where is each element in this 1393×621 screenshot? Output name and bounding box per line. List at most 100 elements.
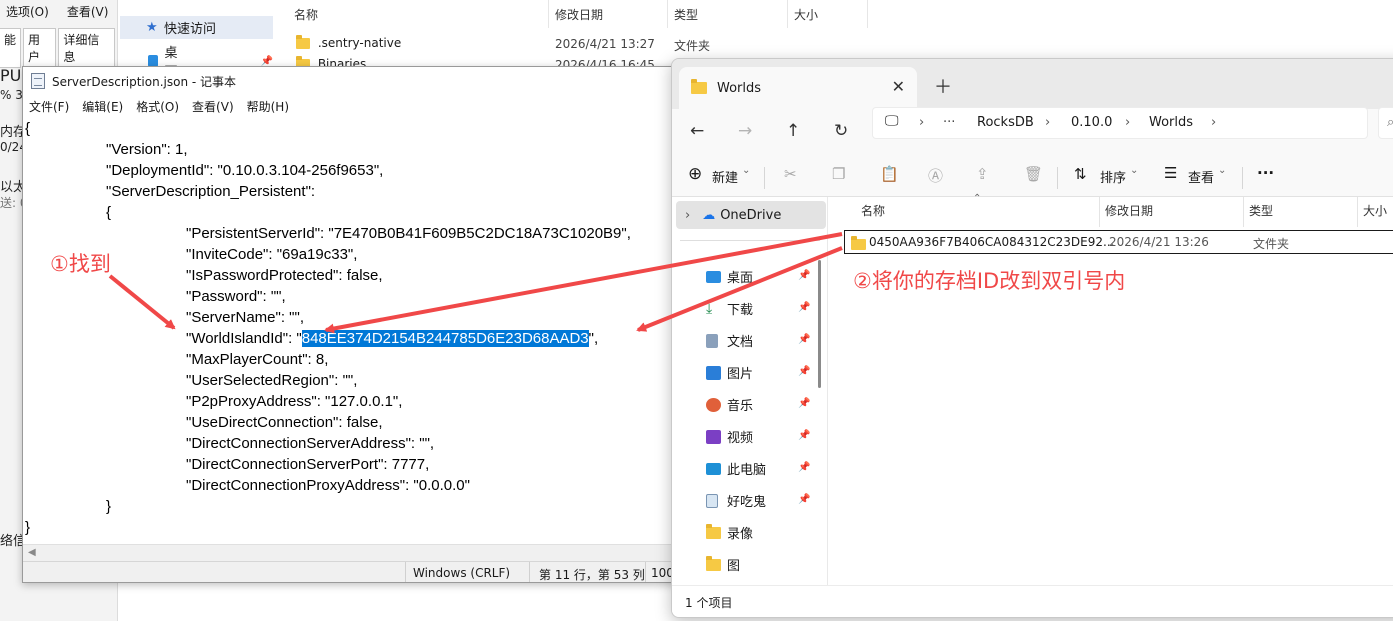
chevron-right-icon: › <box>919 115 925 130</box>
column-header-name[interactable]: 名称 <box>294 6 318 23</box>
column-header-size[interactable]: 大小 <box>794 6 818 23</box>
nav-onedrive[interactable]: › ☁ OneDrive <box>676 201 826 229</box>
nav-item-pictures-folder[interactable]: 图 <box>706 555 740 574</box>
tab-details[interactable]: 详细信息 <box>58 28 115 68</box>
nav-quick-access[interactable]: ★ 快速访问 <box>120 16 273 39</box>
text-line: "DirectConnectionServerAddress": "", <box>186 435 435 452</box>
notepad-text-area[interactable]: { "Version": 1, "DeploymentId": "0.10.0.… <box>23 117 681 544</box>
status-divider <box>645 562 646 582</box>
menu-format[interactable]: 格式(O) <box>136 98 179 115</box>
sort-icon: ⇅ <box>1074 165 1087 183</box>
nav-item-documents[interactable]: 文档 <box>706 331 753 350</box>
more-options-button[interactable]: ··· <box>1257 164 1274 182</box>
text-line: { <box>106 204 112 221</box>
column-divider <box>1243 197 1244 227</box>
nav-item-user-folder[interactable]: 好吃鬼 <box>706 491 766 510</box>
up-icon[interactable]: ↑ <box>786 121 800 141</box>
nav-item-music[interactable]: 音乐 <box>706 395 753 414</box>
breadcrumb-rocksdb[interactable]: RocksDB <box>977 115 1034 130</box>
rename-icon[interactable]: Ⓐ <box>928 165 943 186</box>
column-divider <box>1357 197 1358 227</box>
explorer-bg-nav: ★ 快速访问 桌面 📌 <box>118 0 273 70</box>
text-line: "UseDirectConnection": false, <box>186 414 383 431</box>
folder-icon <box>706 523 721 539</box>
toolbar-divider <box>1242 167 1243 189</box>
breadcrumb-ellipsis[interactable]: ··· <box>943 115 955 130</box>
column-header-size[interactable]: 大小 <box>1363 202 1387 219</box>
file-type: 文件夹 <box>674 39 711 53</box>
new-button[interactable]: 新建 <box>712 167 738 186</box>
nav-item-label: 图片 <box>727 367 754 382</box>
file-type: 文件夹 <box>1253 237 1290 251</box>
tab-worlds[interactable]: Worlds ✕ <box>679 67 917 109</box>
pin-icon[interactable]: 📌 <box>798 430 810 441</box>
menu-file[interactable]: 文件(F) <box>29 98 69 115</box>
text-line: "DeploymentId": "0.10.0.3.104-256f9653", <box>106 162 384 179</box>
column-header-date[interactable]: 修改日期 <box>1105 202 1153 219</box>
nav-item-videos[interactable]: 视频 <box>706 427 753 446</box>
paste-icon[interactable]: 📋 <box>880 165 899 183</box>
back-icon[interactable]: ← <box>690 121 704 141</box>
forward-icon[interactable]: → <box>738 121 752 141</box>
nav-item-label: 桌面 <box>727 271 754 286</box>
notepad-titlebar[interactable]: ServerDescription.json - 记事本 <box>23 67 681 95</box>
copy-icon[interactable]: ❐ <box>832 165 845 183</box>
column-header-type[interactable]: 类型 <box>674 6 698 23</box>
delete-icon[interactable]: 🗑 <box>1024 165 1043 183</box>
search-input[interactable]: ⌕ <box>1378 107 1393 139</box>
notepad-window: ServerDescription.json - 记事本 文件(F) 编辑(E)… <box>22 66 682 583</box>
text-line: "IsPasswordProtected": false, <box>186 267 383 284</box>
cut-icon[interactable]: ✂ <box>784 165 797 183</box>
table-row[interactable]: 0450AA936F7B406CA084312C23DE92... 2026/4… <box>844 230 1393 254</box>
pin-icon[interactable]: 📌 <box>798 494 810 505</box>
horizontal-scrollbar[interactable]: ◀ <box>23 544 681 561</box>
menu-view[interactable]: 查看(V) <box>192 98 234 115</box>
column-header-date[interactable]: 修改日期 <box>555 6 603 23</box>
nav-quick-access-label: 快速访问 <box>164 22 217 37</box>
chevron-right-icon: › <box>1211 115 1217 130</box>
nav-item-label: 下载 <box>727 303 754 318</box>
text-line: "InviteCode": "69a19c33", <box>186 246 358 263</box>
scroll-left-icon[interactable]: ◀ <box>28 547 36 558</box>
list-item[interactable]: .sentry-native <box>296 35 401 50</box>
nav-onedrive-label: OneDrive <box>720 207 782 223</box>
notepad-icon <box>31 73 45 89</box>
column-header-name[interactable]: 名称 <box>861 202 885 219</box>
view-button[interactable]: 查看 <box>1188 167 1214 186</box>
column-header-type[interactable]: 类型 <box>1249 202 1273 219</box>
folder-icon <box>691 79 707 94</box>
menu-options[interactable]: 选项(O) <box>6 3 49 20</box>
pin-icon[interactable]: 📌 <box>798 270 810 281</box>
tab-users[interactable]: 用户 <box>23 28 57 68</box>
column-divider <box>667 0 668 28</box>
share-icon[interactable]: ⇪ <box>976 165 989 183</box>
nav-item-desktop[interactable]: 桌面 <box>706 267 753 286</box>
nav-item-pictures[interactable]: 图片 <box>706 363 753 382</box>
breadcrumb-worlds[interactable]: Worlds <box>1149 115 1193 130</box>
pin-icon[interactable]: 📌 <box>798 334 810 345</box>
menu-help[interactable]: 帮助(H) <box>247 98 289 115</box>
nav-item-recordings[interactable]: 录像 <box>706 523 753 542</box>
file-date: 2026/4/21 13:26 <box>1109 235 1209 249</box>
nav-item-this-pc[interactable]: 此电脑 <box>706 459 766 478</box>
address-bar[interactable]: 🖵 › ··· RocksDB › 0.10.0 › Worlds › <box>872 107 1368 139</box>
pin-icon[interactable]: 📌 <box>798 366 810 377</box>
selected-world-id[interactable]: 848EE374D2154B244785D6E23D68AAD3 <box>301 330 589 347</box>
download-icon: ⤓ <box>706 300 713 317</box>
new-tab-icon[interactable]: ＋ <box>934 73 952 99</box>
pin-icon[interactable]: 📌 <box>798 302 810 313</box>
nav-item-downloads[interactable]: ⤓ 下载 <box>706 299 754 319</box>
tab-performance[interactable]: 能 <box>0 28 22 68</box>
pin-icon[interactable]: 📌 <box>798 462 810 473</box>
chevron-right-icon: › <box>685 207 691 223</box>
breadcrumb-version[interactable]: 0.10.0 <box>1071 115 1112 130</box>
text-line: "DirectConnectionServerPort": 7777, <box>186 456 430 473</box>
close-icon[interactable]: ✕ <box>892 77 905 96</box>
refresh-icon[interactable]: ↻ <box>834 121 848 141</box>
menu-edit[interactable]: 编辑(E) <box>82 98 123 115</box>
recycle-icon <box>706 493 718 508</box>
sort-button[interactable]: 排序 <box>1100 167 1126 186</box>
menu-view[interactable]: 查看(V) <box>67 3 109 20</box>
nav-scrollbar[interactable] <box>818 260 821 388</box>
pin-icon[interactable]: 📌 <box>798 398 810 409</box>
